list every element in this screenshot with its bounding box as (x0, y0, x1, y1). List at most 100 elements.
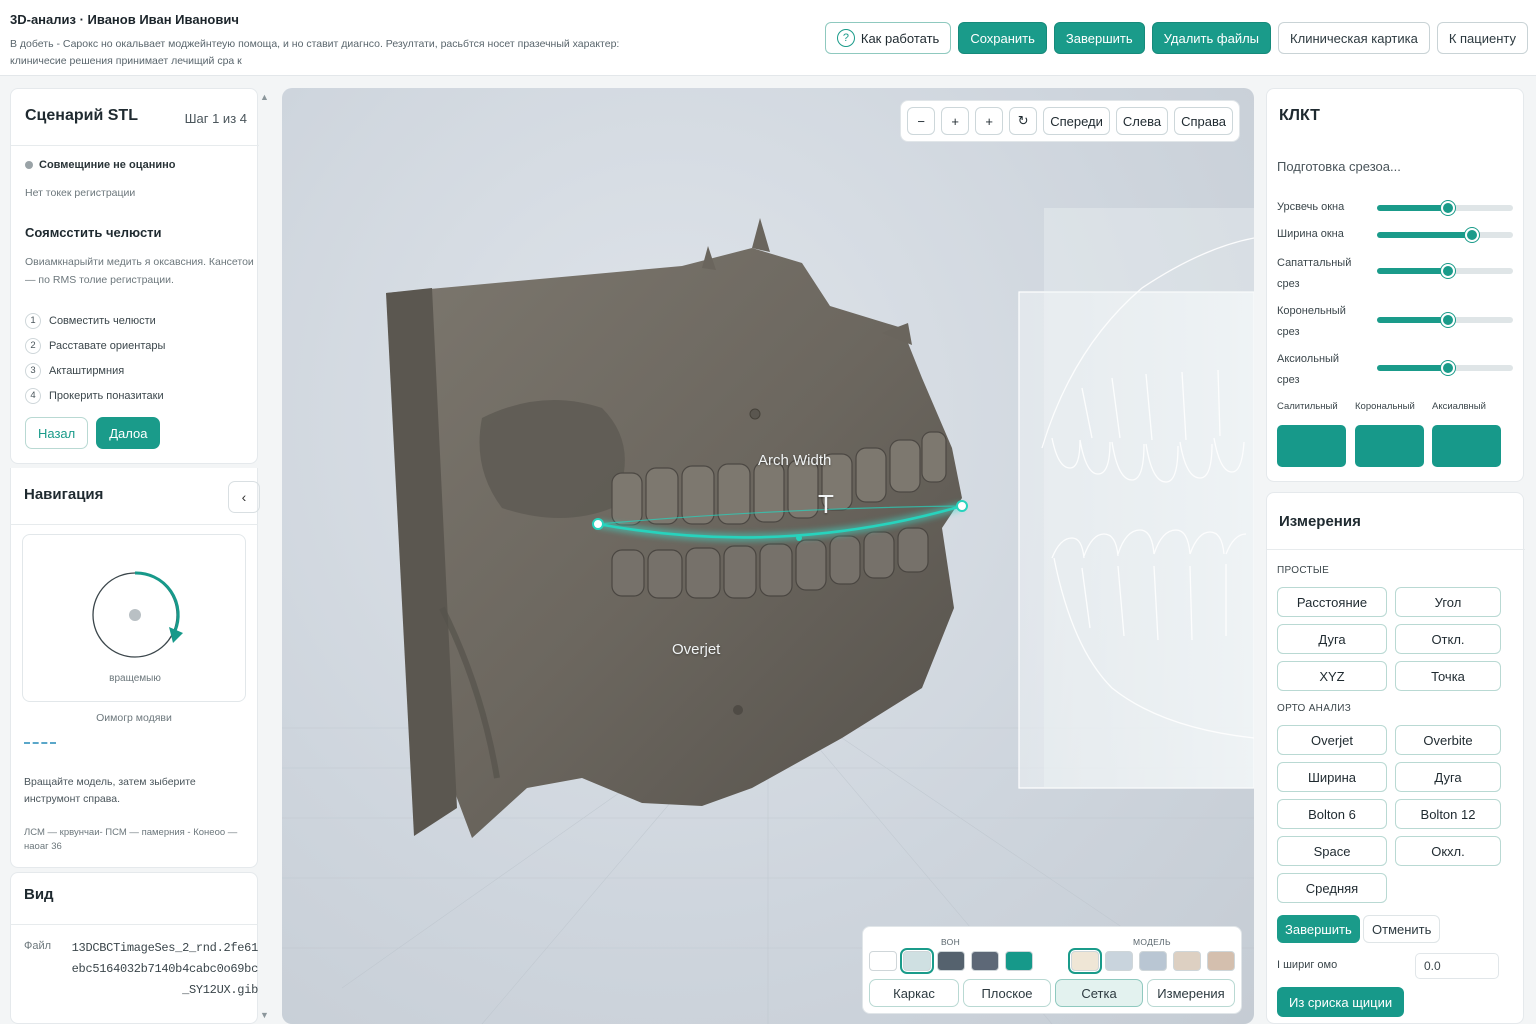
mode-measure-button[interactable]: Измерения (1147, 979, 1235, 1007)
mode-wireframe-button[interactable]: Каркас (869, 979, 959, 1007)
add-button[interactable]: + (975, 107, 1004, 135)
slider-track[interactable] (1377, 228, 1513, 242)
mode-flat-button[interactable]: Плоское (963, 979, 1051, 1007)
ortho-overjet-button[interactable]: Overjet (1277, 725, 1387, 755)
slider-handle[interactable] (1440, 264, 1455, 278)
rotate-hint: Вращайте модель, затем зыберите инструмо… (24, 776, 196, 805)
bg-swatch[interactable] (900, 948, 934, 974)
measure-xyz-button[interactable]: XYZ (1277, 661, 1387, 691)
slider-handle[interactable] (1440, 201, 1455, 215)
step-label: Акташтирмния (49, 364, 125, 377)
bg-swatch[interactable] (1005, 951, 1033, 971)
view-front-button[interactable]: Спереди (1043, 107, 1110, 135)
ortho-midline-button[interactable]: Средняя (1277, 873, 1387, 903)
step-number: 4 (25, 387, 41, 404)
top-bar: 3D-анализ · Иванов Иван Иванович В добет… (0, 0, 1536, 76)
status-badge: Совмещиние не оцанино (25, 159, 175, 171)
slider-track[interactable] (1377, 313, 1513, 327)
marker-label: T (818, 489, 834, 519)
from-list-button[interactable]: Из сриска щиции (1277, 987, 1405, 1017)
ortho-space-button[interactable]: Space (1277, 836, 1387, 866)
scene-canvas[interactable] (282, 88, 1254, 1024)
chevron-left-icon[interactable]: ‹ (228, 481, 260, 513)
step-number: 1 (25, 312, 41, 329)
width-input[interactable] (1415, 953, 1499, 979)
mouse-legend: ЛСМ — крвунчаи- ПСМ — памерния - Конеоо … (24, 827, 238, 852)
divider (11, 145, 259, 146)
slider-label: Коронельный срез (1277, 305, 1346, 338)
measure-arc-button[interactable]: Дуга (1277, 624, 1387, 654)
3d-viewport[interactable]: Arch Width T Overjet − + + ↻ Спереди Сле… (282, 88, 1254, 1024)
rotation-widget[interactable]: вращемыю (22, 534, 246, 702)
cbct-card: КЛКТ Подготовка срезоа... Урсвечь окна Ш… (1266, 88, 1524, 482)
sagittal-slice-view[interactable] (1277, 425, 1346, 467)
step-label: Прокерить поназитаки (49, 389, 164, 402)
step-label: Расставате ориентары (49, 339, 166, 352)
appearance-panel: ВОН МОДЕЛЬ Каркас Плоское Сетка Измерени… (862, 926, 1242, 1014)
model-swatch[interactable] (1139, 951, 1167, 971)
step-item[interactable]: 3 Акташтирмния (25, 358, 165, 383)
slider-track[interactable] (1377, 361, 1513, 375)
axial-slice-view[interactable] (1432, 425, 1501, 467)
measure-cancel-button[interactable]: Отменить (1363, 915, 1441, 943)
delete-files-button[interactable]: Удалить файлы (1151, 22, 1272, 54)
model-swatch[interactable] (1105, 951, 1133, 971)
dashes-decoration (24, 742, 56, 744)
simple-section-label: ПРОСТЫЕ (1277, 565, 1330, 576)
ortho-bolton6-button[interactable]: Bolton 6 (1277, 799, 1387, 829)
zoom-out-button[interactable]: − (907, 107, 936, 135)
zoom-in-button[interactable]: + (941, 107, 970, 135)
bg-swatch[interactable] (937, 951, 965, 971)
measure-angle-button[interactable]: Угол (1395, 587, 1501, 617)
cbct-preparing: Подготовка срезоа... (1277, 159, 1401, 174)
background-label: ВОН (941, 937, 961, 947)
model-swatch[interactable] (1173, 951, 1201, 971)
reset-view-icon[interactable]: ↻ (1009, 107, 1038, 135)
coronal-slice-view[interactable] (1355, 425, 1424, 467)
measure-distance-button[interactable]: Расстояние (1277, 587, 1387, 617)
slider-label: Ширина окна (1277, 228, 1344, 240)
step-list: 1 Совместить челюсти 2 Расставате ориентар… (25, 308, 165, 408)
cbct-title: КЛКТ (1279, 107, 1320, 124)
measure-point-button[interactable]: Точка (1395, 661, 1501, 691)
finish-button[interactable]: Завершить (1053, 22, 1145, 54)
model-view-label: Оимогр модяви (96, 712, 172, 724)
measure-finish-button[interactable]: Завершить (1277, 915, 1360, 943)
next-button[interactable]: Далоа (96, 417, 161, 449)
top-actions: ? Как работать Сохранить Завершить Удали… (824, 22, 1528, 54)
bg-swatch[interactable] (869, 951, 897, 971)
align-title: Соямсстить челюсти (25, 225, 162, 240)
step-item[interactable]: 1 Совместить челюсти (25, 308, 165, 333)
view-left-button[interactable]: Слева (1115, 107, 1169, 135)
ortho-occlusion-button[interactable]: Окхл. (1395, 836, 1501, 866)
measure-deviation-button[interactable]: Откл. (1395, 624, 1501, 654)
status-dot-icon (25, 161, 33, 169)
ortho-section-label: ОРТО АНАЛИЗ (1277, 703, 1352, 714)
slider-fill (1377, 365, 1448, 371)
help-icon: ? (836, 29, 855, 47)
model-swatch[interactable] (1207, 951, 1235, 971)
bg-swatch[interactable] (971, 951, 999, 971)
ortho-overbite-button[interactable]: Overbite (1395, 725, 1501, 755)
save-button[interactable]: Сохранить (958, 22, 1047, 54)
help-button[interactable]: ? Как работать (824, 22, 952, 54)
ortho-width-button[interactable]: Ширина (1277, 762, 1387, 792)
slider-handle[interactable] (1465, 228, 1480, 242)
measurements-title: Измерения (1279, 513, 1361, 530)
slider-track[interactable] (1377, 264, 1513, 278)
back-button[interactable]: Назал (25, 417, 89, 449)
mode-mesh-button[interactable]: Сетка (1055, 979, 1143, 1007)
view-title: Вид (24, 886, 54, 903)
to-patient-button[interactable]: К пациенту (1436, 22, 1528, 54)
step-item[interactable]: 4 Прокерить поназитаки (25, 383, 165, 408)
slider-track[interactable] (1377, 201, 1513, 215)
ortho-arc-button[interactable]: Дуга (1395, 762, 1501, 792)
slider-handle[interactable] (1440, 361, 1455, 375)
view-right-button[interactable]: Справа (1174, 107, 1233, 135)
slider-handle[interactable] (1440, 313, 1455, 327)
ortho-bolton12-button[interactable]: Bolton 12 (1395, 799, 1501, 829)
left-panel: Сценарий STL Шаг 1 из 4 Совмещиние не оц… (10, 88, 272, 1024)
model-swatch[interactable] (1068, 948, 1102, 974)
clinical-picture-button[interactable]: Клиническая картика (1278, 22, 1430, 54)
step-item[interactable]: 2 Расставате ориентары (25, 333, 165, 358)
